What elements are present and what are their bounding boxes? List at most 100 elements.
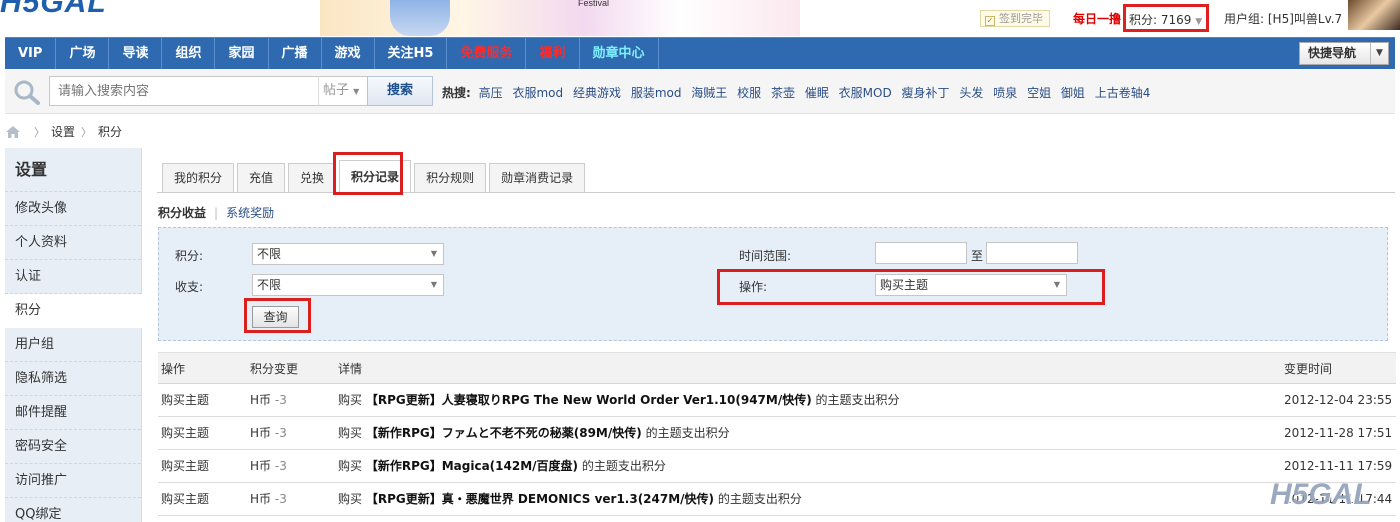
sidebar-item-usergroup[interactable]: 用户组 bbox=[5, 328, 141, 362]
query-button[interactable]: 查询 bbox=[252, 306, 299, 328]
search-input[interactable] bbox=[49, 76, 319, 106]
sidebar-item-email[interactable]: 邮件提醒 bbox=[5, 396, 141, 430]
operation-value: 购买主题 bbox=[880, 278, 929, 292]
row-detail-suffix: 的主题支出积分 bbox=[717, 492, 802, 506]
sidebar-item-profile[interactable]: 个人资料 bbox=[5, 226, 141, 260]
nav-item-groups[interactable]: 组织 bbox=[162, 38, 216, 70]
nav-item-free-service[interactable]: 免费服务 bbox=[447, 38, 527, 70]
tab-credit-rules[interactable]: 积分规则 bbox=[414, 163, 487, 193]
hot-term[interactable]: 高压 bbox=[479, 86, 503, 100]
nav-item-plaza[interactable]: 广场 bbox=[56, 38, 110, 70]
sidebar-item-avatar[interactable]: 修改头像 bbox=[5, 192, 141, 226]
sidebar-item-privacy[interactable]: 隐私筛选 bbox=[5, 362, 141, 396]
nav-item-medal-center[interactable]: 勋章中心 bbox=[580, 38, 659, 70]
daily-link[interactable]: 每日一撸 bbox=[1073, 10, 1121, 27]
table-row: 购买主题 H币 -3 购买 【RPG更新】人妻寝取りRPG The New Wo… bbox=[158, 384, 1396, 417]
hot-term[interactable]: 空姐 bbox=[1027, 86, 1051, 100]
tab-recharge[interactable]: 充值 bbox=[237, 163, 286, 193]
hot-term[interactable]: 服装mod bbox=[631, 86, 682, 100]
nav-item-follow[interactable]: 关注H5 bbox=[375, 38, 448, 70]
breadcrumb-item-settings[interactable]: 设置 bbox=[51, 123, 75, 140]
row-currency: H币 bbox=[250, 492, 272, 506]
time-end-input[interactable] bbox=[986, 242, 1078, 264]
subtab-credit-income[interactable]: 积分收益 bbox=[158, 206, 206, 220]
time-to-label: 至 bbox=[971, 249, 984, 263]
nav-item-guide[interactable]: 导读 bbox=[109, 38, 163, 70]
header-detail: 详情 bbox=[338, 362, 363, 376]
tab-my-credits[interactable]: 我的积分 bbox=[162, 163, 235, 193]
sidebar-item-credits[interactable]: 积分 bbox=[5, 294, 142, 328]
search-type-label: 帖子 bbox=[323, 83, 350, 98]
search-type-select[interactable]: 帖子 ▼ bbox=[318, 76, 368, 106]
hot-term[interactable]: 茶壶 bbox=[771, 86, 795, 100]
breadcrumb: 〉 设置 〉 积分 bbox=[6, 123, 122, 140]
nav-item-broadcast[interactable]: 广播 bbox=[269, 38, 322, 70]
row-detail: 购买 【新作RPG】ファムと不老不死の秘薬(89M/快传) 的主题支出积分 bbox=[338, 417, 730, 449]
row-thread-link[interactable]: 【新作RPG】Magica(142M/百度盘) bbox=[366, 459, 578, 473]
sidebar-item-verify[interactable]: 认证 bbox=[5, 260, 141, 294]
signin-label: 签到完毕 bbox=[999, 12, 1043, 25]
sidebar-title: 设置 bbox=[5, 148, 141, 192]
tab-exchange[interactable]: 兑换 bbox=[288, 163, 337, 193]
home-icon[interactable] bbox=[6, 125, 20, 138]
quick-nav-button[interactable]: 快捷导航 ▼ bbox=[1299, 42, 1389, 65]
search-button[interactable]: 搜索 bbox=[367, 76, 433, 106]
avatar[interactable] bbox=[1348, 0, 1400, 30]
hot-term[interactable]: 瘦身补丁 bbox=[902, 86, 950, 100]
subtab-system-reward[interactable]: 系统奖励 bbox=[226, 206, 274, 220]
hot-term[interactable]: 海贼王 bbox=[691, 86, 727, 100]
score-dropdown[interactable]: 积分: 7169 ▼ bbox=[1123, 4, 1209, 32]
usergroup-label[interactable]: 用户组: [H5]叫兽Lv.7 bbox=[1224, 10, 1342, 27]
row-thread-link[interactable]: 【RPG更新】真・悪魔世界 DEMONICS ver1.3(247M/快传) bbox=[366, 492, 714, 506]
hot-term[interactable]: 催眠 bbox=[805, 86, 829, 100]
site-logo[interactable]: H5GAL bbox=[0, 0, 107, 20]
chevron-down-icon: ▼ bbox=[1053, 280, 1060, 289]
table-header: 操作 积分变更 详情 变更时间 bbox=[158, 352, 1396, 384]
signin-button[interactable]: ✓ 签到完毕 bbox=[980, 10, 1050, 27]
credit-type-select[interactable]: 不限 ▼ bbox=[252, 243, 444, 265]
nav-item-games[interactable]: 游戏 bbox=[322, 38, 375, 70]
hot-term[interactable]: 衣服mod bbox=[512, 86, 563, 100]
festival-text: Festival bbox=[578, 0, 610, 8]
sidebar-item-promotion[interactable]: 访问推广 bbox=[5, 464, 141, 498]
hot-term[interactable]: 喷泉 bbox=[993, 86, 1017, 100]
inout-label: 收支: bbox=[175, 280, 204, 294]
hot-search-label: 热搜: bbox=[442, 86, 471, 100]
hot-term[interactable]: 上古卷轴4 bbox=[1095, 86, 1151, 100]
sidebar-item-qq[interactable]: QQ绑定 bbox=[5, 498, 141, 522]
tab-medal-log[interactable]: 勋章消费记录 bbox=[489, 163, 586, 193]
hot-term[interactable]: 衣服MOD bbox=[839, 86, 892, 100]
row-change: H币 -3 bbox=[250, 417, 287, 449]
hot-term[interactable]: 经典游戏 bbox=[573, 86, 621, 100]
tab-credit-log[interactable]: 积分记录 bbox=[339, 160, 412, 193]
inout-select[interactable]: 不限 ▼ bbox=[252, 274, 444, 296]
header-time: 变更时间 bbox=[1284, 362, 1333, 376]
time-start-input[interactable] bbox=[875, 242, 967, 264]
breadcrumb-separator: 〉 bbox=[81, 125, 93, 139]
row-detail-prefix: 购买 bbox=[338, 426, 363, 440]
row-change-value: -3 bbox=[274, 393, 287, 407]
search-icon bbox=[14, 80, 40, 105]
operation-select[interactable]: 购买主题 ▼ bbox=[875, 274, 1067, 296]
row-thread-link[interactable]: 【RPG更新】人妻寝取りRPG The New World Order Ver1… bbox=[366, 393, 812, 407]
row-detail: 购买 【RPG更新】真・悪魔世界 DEMONICS ver1.3(247M/快传… bbox=[338, 483, 802, 515]
search-bar: 帖子 ▼ 搜索 热搜: 高压 衣服mod 经典游戏 服装mod 海贼王 校服 茶… bbox=[5, 69, 1395, 114]
row-thread-link[interactable]: 【新作RPG】ファムと不老不死の秘薬(89M/快传) bbox=[366, 426, 642, 440]
nav-item-vip[interactable]: VIP bbox=[5, 38, 57, 70]
row-detail-prefix: 购买 bbox=[338, 393, 363, 407]
hot-term[interactable]: 校服 bbox=[737, 86, 761, 100]
top-banner: H5GAL Festival ✓ 签到完毕 每日一撸 积分: 7169 ▼ 用户组… bbox=[0, 0, 1400, 36]
header-operation: 操作 bbox=[161, 362, 186, 376]
nav-item-welfare[interactable]: 福利 bbox=[526, 38, 580, 70]
nav-item-home[interactable]: 家园 bbox=[215, 38, 269, 70]
hot-term[interactable]: 御姐 bbox=[1061, 86, 1085, 100]
inout-value: 不限 bbox=[257, 278, 282, 292]
hot-term[interactable]: 头发 bbox=[959, 86, 983, 100]
chevron-down-icon: ▼ bbox=[430, 280, 437, 289]
breadcrumb-item-credits[interactable]: 积分 bbox=[98, 123, 122, 140]
header-change: 积分变更 bbox=[250, 362, 299, 376]
row-detail-suffix: 的主题支出积分 bbox=[645, 426, 730, 440]
sidebar-item-password[interactable]: 密码安全 bbox=[5, 430, 141, 464]
banner-artwork bbox=[320, 0, 800, 36]
row-operation: 购买主题 bbox=[161, 492, 210, 506]
